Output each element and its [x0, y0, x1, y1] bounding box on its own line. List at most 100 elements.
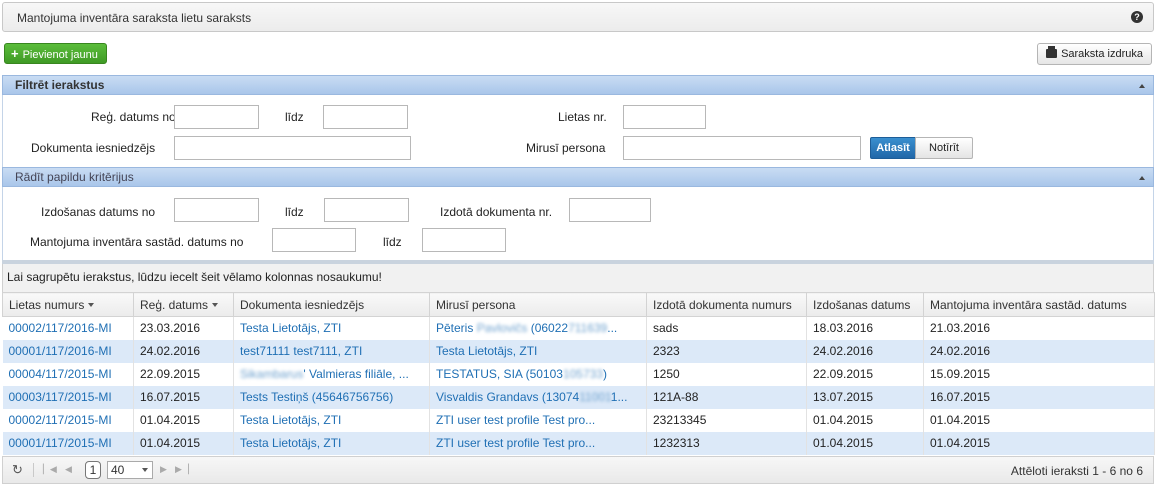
results-table: Lietas numurs Reģ. datums Dokumenta iesn… [2, 292, 1155, 455]
first-page-icon[interactable]: ▏◀ [43, 464, 57, 475]
reg-date-cell: 23.03.2016 [133, 316, 234, 340]
page-size-select[interactable]: 40 [107, 461, 153, 479]
inventory-date-cell: 16.07.2015 [923, 385, 1155, 409]
plus-icon: + [11, 46, 19, 61]
case-number-link[interactable]: 00001/117/2015-MI [2, 431, 134, 455]
deceased-link[interactable]: ZTI user test profile Test pro... [429, 431, 647, 455]
inventory-date-cell: 01.04.2015 [923, 431, 1155, 455]
submitter-link[interactable]: Testa Lietotājs, ZTI [233, 316, 430, 340]
issued-doc-number-cell: 2323 [646, 339, 807, 363]
issued-doc-number-cell: 23213345 [646, 408, 807, 432]
reg-date-from-input[interactable] [174, 105, 259, 129]
inventory-date-cell: 21.03.2016 [923, 316, 1155, 340]
records-info: Attēloti ieraksti 1 - 6 no 6 [1010, 464, 1143, 478]
filter-panel-title: Filtrēt ierakstus [15, 78, 105, 92]
print-list-label: Saraksta izdruka [1061, 48, 1143, 60]
column-header-issued-doc-number[interactable]: Izdotā dokumenta numurs [646, 292, 807, 317]
case-number-link[interactable]: 00004/117/2015-MI [2, 362, 134, 386]
filter-panel-body: Reģ. datums no līdz Lietas nr. Dokumenta… [2, 95, 1154, 167]
submitter-link[interactable]: Sikambarus' Valmieras filiāle, ... [233, 362, 430, 386]
current-page-number[interactable]: 1 [85, 461, 101, 479]
issue-date-cell: 18.03.2016 [806, 316, 924, 340]
case-number-link[interactable]: 00002/117/2016-MI [2, 316, 134, 340]
reg-date-cell: 22.09.2015 [133, 362, 234, 386]
add-new-label: Pievienot jaunu [22, 49, 98, 61]
reg-date-to-label: līdz [285, 110, 304, 124]
issue-date-from-input[interactable] [174, 198, 259, 222]
case-number-label: Lietas nr. [558, 110, 607, 124]
collapse-icon[interactable] [1139, 176, 1145, 180]
collapse-icon[interactable] [1139, 84, 1145, 88]
submitter-link[interactable]: Testa Lietotājs, ZTI [233, 431, 430, 455]
issued-doc-number-input[interactable] [569, 198, 651, 222]
group-drop-area[interactable]: Lai sagrupētu ierakstus, lūdzu iecelt še… [2, 264, 1154, 292]
submitter-link[interactable]: Testa Lietotājs, ZTI [233, 408, 430, 432]
case-number-link[interactable]: 00002/117/2015-MI [2, 408, 134, 432]
deceased-link[interactable]: Visvaldis Grandavs (13074110011... [429, 385, 647, 409]
issued-doc-number-cell: 1232313 [646, 431, 807, 455]
inventory-date-to-label: līdz [383, 235, 402, 249]
submitter-link[interactable]: Tests Testiņš (45646756756) [233, 385, 430, 409]
next-page-icon[interactable]: ▶ [160, 464, 167, 475]
page-title: Mantojuma inventāra saraksta lietu sarak… [17, 11, 252, 25]
printer-icon [1046, 46, 1058, 58]
extra-filter-panel-header[interactable]: Rādīt papildu kritērijus [2, 167, 1154, 187]
inventory-date-from-label: Mantojuma inventāra sastād. datums no [30, 235, 244, 249]
inventory-date-from-input[interactable] [272, 228, 356, 252]
search-button[interactable]: Atlasīt [870, 137, 916, 159]
deceased-link[interactable]: TESTATUS, SIA (50103105733) [429, 362, 647, 386]
case-number-input[interactable] [623, 105, 706, 129]
table-row[interactable]: 00002/117/2016-MI 23.03.2016 Testa Lieto… [2, 316, 1155, 340]
page-header: Mantojuma inventāra saraksta lietu sarak… [2, 2, 1154, 32]
clear-button[interactable]: Notīrīt [915, 137, 973, 159]
table-row[interactable]: 00001/117/2016-MI 24.02.2016 test71111 t… [2, 339, 1155, 363]
column-header-deceased[interactable]: Mirusī persona [429, 292, 647, 317]
column-header-inventory-date[interactable]: Mantojuma inventāra sastād. datums [923, 292, 1155, 317]
issue-date-cell: 22.09.2015 [806, 362, 924, 386]
inventory-date-cell: 01.04.2015 [923, 408, 1155, 432]
issue-date-cell: 24.02.2016 [806, 339, 924, 363]
deceased-link[interactable]: Testa Lietotājs, ZTI [429, 339, 647, 363]
column-header-submitter[interactable]: Dokumenta iesniedzējs [233, 292, 430, 317]
sort-down-icon[interactable] [88, 302, 95, 307]
reg-date-cell: 24.02.2016 [133, 339, 234, 363]
deceased-link[interactable]: Pēteris Pavlovičs (06022711639... [429, 316, 647, 340]
reg-date-from-label: Reģ. datums no [91, 110, 176, 124]
sort-down-icon[interactable] [212, 302, 219, 307]
case-number-link[interactable]: 00003/117/2015-MI [2, 385, 134, 409]
issue-date-to-input[interactable] [324, 198, 409, 222]
extra-filter-panel-title: Rādīt papildu kritērijus [15, 170, 134, 184]
inventory-date-to-input[interactable] [422, 228, 506, 252]
submitter-link[interactable]: test71111 test7111, ZTI [233, 339, 430, 363]
case-number-link[interactable]: 00001/117/2016-MI [2, 339, 134, 363]
deceased-input[interactable] [623, 136, 861, 160]
issue-date-cell: 01.04.2015 [806, 408, 924, 432]
last-page-icon[interactable]: ▶▕ [175, 464, 189, 475]
refresh-icon[interactable]: ↻ [12, 462, 23, 478]
table-row[interactable]: 00004/117/2015-MI 22.09.2015 Sikambarus'… [2, 362, 1155, 386]
table-row[interactable]: 00001/117/2015-MI 01.04.2015 Testa Lieto… [2, 431, 1155, 455]
pager: ↻ ▏◀ ◀ 1 40 ▶ ▶▕ Attēloti ieraksti 1 - 6… [2, 456, 1154, 484]
print-list-button[interactable]: Saraksta izdruka [1037, 43, 1152, 65]
add-new-button[interactable]: + Pievienot jaunu [4, 43, 107, 64]
reg-date-cell: 01.04.2015 [133, 408, 234, 432]
table-row[interactable]: 00003/117/2015-MI 16.07.2015 Tests Testi… [2, 385, 1155, 409]
issue-date-to-label: līdz [285, 205, 304, 219]
deceased-label: Mirusī persona [526, 141, 606, 155]
submitter-label: Dokumenta iesniedzējs [31, 141, 156, 155]
deceased-link[interactable]: ZTI user test profile Test pro... [429, 408, 647, 432]
issued-doc-number-label: Izdotā dokumenta nr. [440, 205, 553, 219]
chevron-down-icon[interactable] [142, 468, 148, 472]
prev-page-icon[interactable]: ◀ [65, 464, 72, 475]
table-row[interactable]: 00002/117/2015-MI 01.04.2015 Testa Lieto… [2, 408, 1155, 432]
column-header-issue-date[interactable]: Izdošanas datums [806, 292, 924, 317]
reg-date-cell: 01.04.2015 [133, 431, 234, 455]
question-circle-icon[interactable]: ? [1131, 11, 1143, 23]
filter-panel-header[interactable]: Filtrēt ierakstus [2, 75, 1154, 95]
inventory-date-cell: 24.02.2016 [923, 339, 1155, 363]
submitter-input[interactable] [174, 136, 411, 160]
column-header-case-number[interactable]: Lietas numurs [2, 292, 134, 317]
column-header-reg-date[interactable]: Reģ. datums [133, 292, 234, 317]
table-header-row: Lietas numurs Reģ. datums Dokumenta iesn… [2, 292, 1155, 317]
reg-date-to-input[interactable] [323, 105, 408, 129]
